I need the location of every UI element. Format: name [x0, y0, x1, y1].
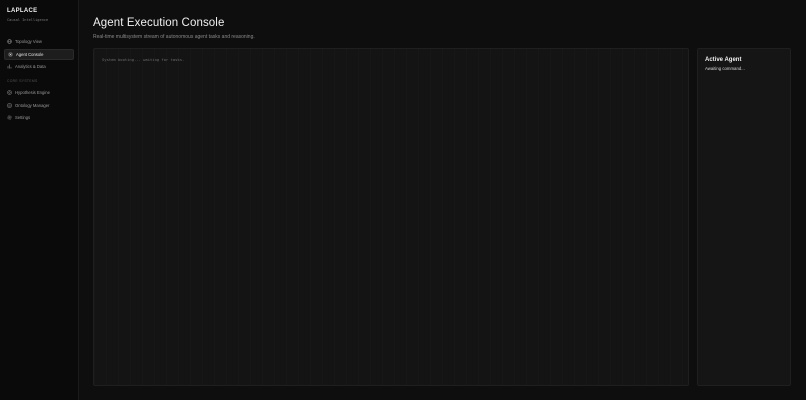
sidebar-item-settings[interactable]: Settings [4, 112, 74, 123]
gear-icon [7, 115, 12, 120]
section-label-core-systems: CORE SYSTEMS [7, 79, 38, 83]
sidebar-item-ontology-manager[interactable]: Ontology Manager [4, 100, 74, 111]
content-area: System booting... waiting for tasks. Act… [93, 48, 791, 386]
page-title: Agent Execution Console [93, 17, 225, 29]
database-icon [7, 103, 12, 108]
console-output[interactable]: System booting... waiting for tasks. [93, 48, 689, 386]
sidebar-item-label: Analytics & Data [15, 64, 46, 69]
sidebar-item-hypothesis-engine[interactable]: Hypothesis Engine [4, 87, 74, 98]
console-line: System booting... waiting for tasks. [102, 57, 185, 62]
sidebar-item-label: Settings [15, 115, 31, 120]
brand-subtitle: Causal Intelligence [7, 18, 49, 22]
sidebar-item-topology-view[interactable]: Topology View [4, 36, 74, 47]
chart-icon [7, 64, 12, 69]
sidebar-item-label: Hypothesis Engine [15, 90, 50, 95]
sidebar-item-agent-console[interactable]: Agent Console [4, 48, 74, 60]
sidebar: LAPLACE Causal Intelligence Topology Vie… [0, 0, 79, 400]
target-icon [7, 90, 12, 95]
brand: LAPLACE Causal Intelligence [4, 8, 74, 23]
sidebar-item-label: Topology View [15, 39, 42, 44]
sidebar-item-label: Agent Console [16, 51, 44, 57]
app-root: LAPLACE Causal Intelligence Topology Vie… [0, 0, 806, 400]
sidebar-item-label: Ontology Manager [15, 102, 50, 108]
page-subtitle: Real-time multisystem stream of autonomo… [93, 34, 255, 40]
main-content: Agent Execution Console Real-time multis… [79, 0, 806, 400]
active-agent-panel: Active Agent Awaiting command... [697, 48, 791, 386]
active-agent-title: Active Agent [705, 57, 742, 63]
globe-icon [7, 39, 12, 44]
cpu-icon [8, 52, 13, 57]
active-agent-status: Awaiting command... [705, 65, 745, 71]
brand-title: LAPLACE [7, 8, 38, 14]
sidebar-item-analytics-data[interactable]: Analytics & Data [4, 61, 74, 72]
